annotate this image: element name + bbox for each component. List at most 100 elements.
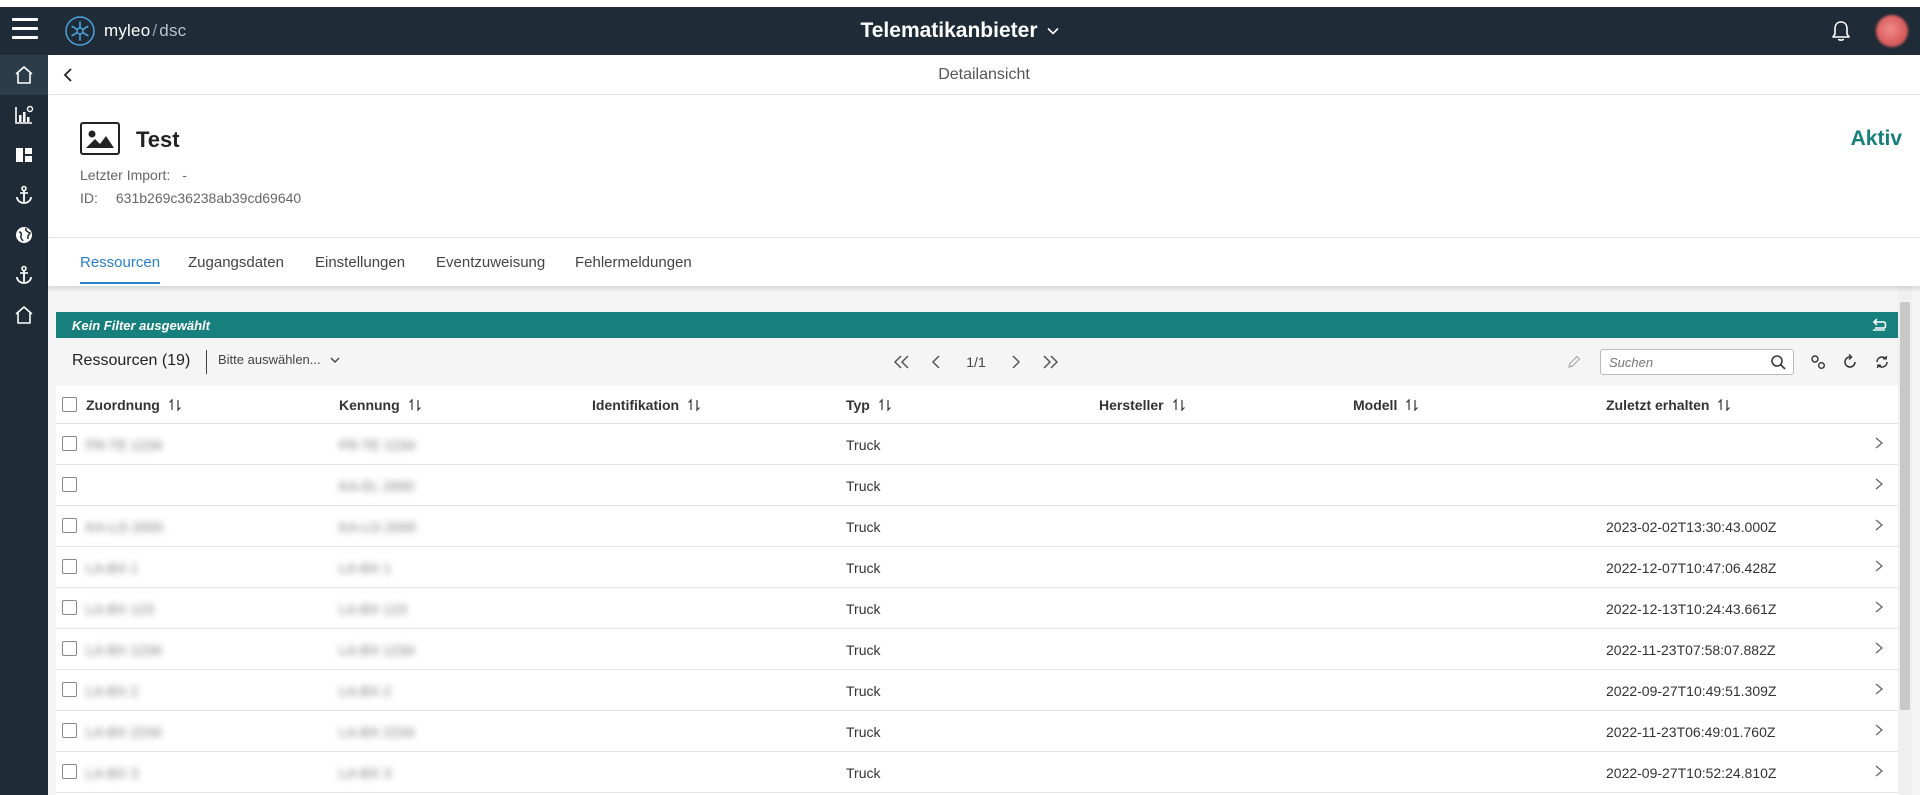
cell-kennung: FR-TE 1234	[339, 436, 416, 453]
sort-icon	[688, 398, 701, 412]
column-header-hersteller[interactable]: Hersteller	[1099, 386, 1186, 424]
logo-brand: myleo	[104, 21, 151, 40]
menu-icon[interactable]	[12, 18, 38, 40]
chevron-right-icon[interactable]	[1872, 518, 1886, 532]
sidebar-item-home-2[interactable]	[0, 295, 48, 335]
cell-kennung: KA-EL 2000	[339, 477, 414, 494]
chevron-right-icon[interactable]	[1872, 723, 1886, 737]
sidebar-item-analytics[interactable]	[0, 95, 48, 135]
page-title: Detailansicht	[938, 66, 1030, 83]
cell-zuletzt-erhalten: 2022-09-27T10:49:51.309Z	[1606, 682, 1777, 699]
search-icon[interactable]	[1770, 354, 1787, 371]
chevron-right-icon[interactable]	[1872, 682, 1886, 696]
row-checkbox[interactable]	[62, 600, 77, 615]
cell-typ: Truck	[846, 723, 881, 740]
logo-text: myleo / dsc	[104, 21, 186, 41]
cell-zuletzt-erhalten: 2022-11-23T07:58:07.882Z	[1606, 641, 1776, 658]
chevron-right-icon[interactable]	[1872, 559, 1886, 573]
bell-icon[interactable]	[1828, 18, 1854, 44]
first-page-button[interactable]	[892, 352, 912, 372]
chevron-right-icon[interactable]	[1872, 764, 1886, 778]
row-checkbox[interactable]	[62, 723, 77, 738]
cell-typ: Truck	[846, 559, 881, 576]
chevron-right-icon[interactable]	[1872, 600, 1886, 614]
status-badge: Aktiv	[1850, 127, 1902, 150]
edit-button[interactable]	[1564, 352, 1584, 372]
column-label: Zuletzt erhalten	[1606, 397, 1710, 413]
table-row[interactable]: LA-BX 3 LA-BX 3 Truck 2022-09-27T10:52:2…	[56, 752, 1900, 793]
sidebar-item-globe[interactable]	[0, 215, 48, 255]
cell-kennung: LA-BX 2234	[339, 723, 415, 740]
row-checkbox[interactable]	[62, 641, 77, 656]
sidebar-item-anchor-2[interactable]	[0, 255, 48, 295]
table-row[interactable]: LA-BX 123 LA-BX 123 Truck 2022-12-13T10:…	[56, 588, 1900, 629]
column-label: Typ	[846, 397, 870, 413]
table-row[interactable]: KA-LG 2000 KA-LG 2000 Truck 2023-02-02T1…	[56, 506, 1900, 547]
home-icon	[15, 66, 33, 84]
reset-icon	[1844, 353, 1856, 368]
last-page-button[interactable]	[1040, 352, 1060, 372]
row-checkbox[interactable]	[62, 518, 77, 533]
context-switcher[interactable]: Telematikanbieter	[860, 19, 1059, 43]
column-label: Zuordnung	[86, 397, 160, 413]
column-header-modell[interactable]: Modell	[1353, 386, 1419, 424]
row-checkbox[interactable]	[62, 682, 77, 697]
cell-zuordnung: LA-BX 2	[86, 682, 139, 699]
next-page-button[interactable]	[1006, 352, 1026, 372]
select-all-checkbox[interactable]	[62, 397, 77, 412]
cell-zuletzt-erhalten: 2022-12-13T10:24:43.661Z	[1606, 600, 1777, 617]
table-row[interactable]: LA-BX 1 LA-BX 1 Truck 2022-12-07T10:47:0…	[56, 547, 1900, 588]
scrollbar-thumb[interactable]	[1900, 302, 1910, 710]
column-header-zuordnung[interactable]: Zuordnung	[86, 386, 182, 424]
chevron-right-icon[interactable]	[1872, 436, 1886, 450]
cell-zuordnung: KA-LG 2000	[86, 518, 164, 535]
sidebar-item-anchor[interactable]	[0, 175, 48, 215]
table-row[interactable]: FR-TE 1234 FR-TE 1234 Truck	[56, 424, 1900, 465]
resources-title: Ressourcen (19)	[72, 352, 191, 369]
row-checkbox[interactable]	[62, 436, 77, 451]
tab-zugangsdaten[interactable]: Zugangsdaten	[188, 238, 284, 286]
undo-icon[interactable]	[1870, 316, 1888, 334]
sidebar-item-dashboard[interactable]	[0, 135, 48, 175]
reset-button[interactable]	[1840, 352, 1860, 372]
refresh-button[interactable]	[1872, 352, 1892, 372]
cell-kennung: LA-BX 123	[339, 600, 407, 617]
tab-fehlermeldungen[interactable]: Fehlermeldungen	[575, 238, 692, 286]
chevron-right-icon[interactable]	[1872, 477, 1886, 491]
row-checkbox[interactable]	[62, 477, 77, 492]
app-logo[interactable]: myleo / dsc	[64, 15, 186, 47]
bulk-action-select[interactable]: Bitte auswählen...	[218, 352, 341, 367]
table-row[interactable]: LA-BX 2234 LA-BX 2234 Truck 2022-11-23T0…	[56, 711, 1900, 752]
page-indicator: 1/1	[966, 354, 986, 370]
search-input[interactable]	[1601, 350, 1761, 374]
table-row[interactable]: LA-BX 1234 LA-BX 1234 Truck 2022-11-23T0…	[56, 629, 1900, 670]
column-label: Kennung	[339, 397, 400, 413]
tab-einstellungen[interactable]: Einstellungen	[315, 238, 405, 286]
column-settings-button[interactable]	[1808, 352, 1828, 372]
sidebar-item-home[interactable]	[0, 55, 48, 95]
cell-typ: Truck	[846, 436, 881, 453]
column-header-typ[interactable]: Typ	[846, 386, 892, 424]
column-header-identifikation[interactable]: Identifikation	[592, 386, 701, 424]
sort-icon	[1718, 398, 1731, 412]
entity-name: Test	[136, 127, 180, 152]
row-checkbox[interactable]	[62, 764, 77, 779]
cell-typ: Truck	[846, 600, 881, 617]
resources-table: Zuordnung Kennung Identifikation Typ Her…	[56, 386, 1900, 795]
chevron-right-icon[interactable]	[1872, 641, 1886, 655]
id-label: ID:	[80, 190, 98, 206]
table-row[interactable]: LA-BX 2 LA-BX 2 Truck 2022-09-27T10:49:5…	[56, 670, 1900, 711]
tab-ressourcen[interactable]: Ressourcen	[80, 238, 161, 286]
prev-page-button[interactable]	[926, 352, 946, 372]
dashboard-icon	[16, 148, 32, 162]
app-header: myleo / dsc Telematikanbieter	[0, 7, 1920, 55]
table-row[interactable]: KA-EL 2000 Truck	[56, 465, 1900, 506]
cell-zuordnung: LA-BX 1	[86, 559, 139, 576]
anchor-icon	[16, 185, 32, 204]
column-header-kennung[interactable]: Kennung	[339, 386, 422, 424]
tab-eventzuweisung[interactable]: Eventzuweisung	[436, 238, 545, 286]
row-checkbox[interactable]	[62, 559, 77, 574]
avatar[interactable]	[1876, 15, 1908, 47]
cell-zuordnung: LA-BX 2234	[86, 723, 162, 740]
column-header-zuletzt-erhalten[interactable]: Zuletzt erhalten	[1606, 386, 1731, 424]
